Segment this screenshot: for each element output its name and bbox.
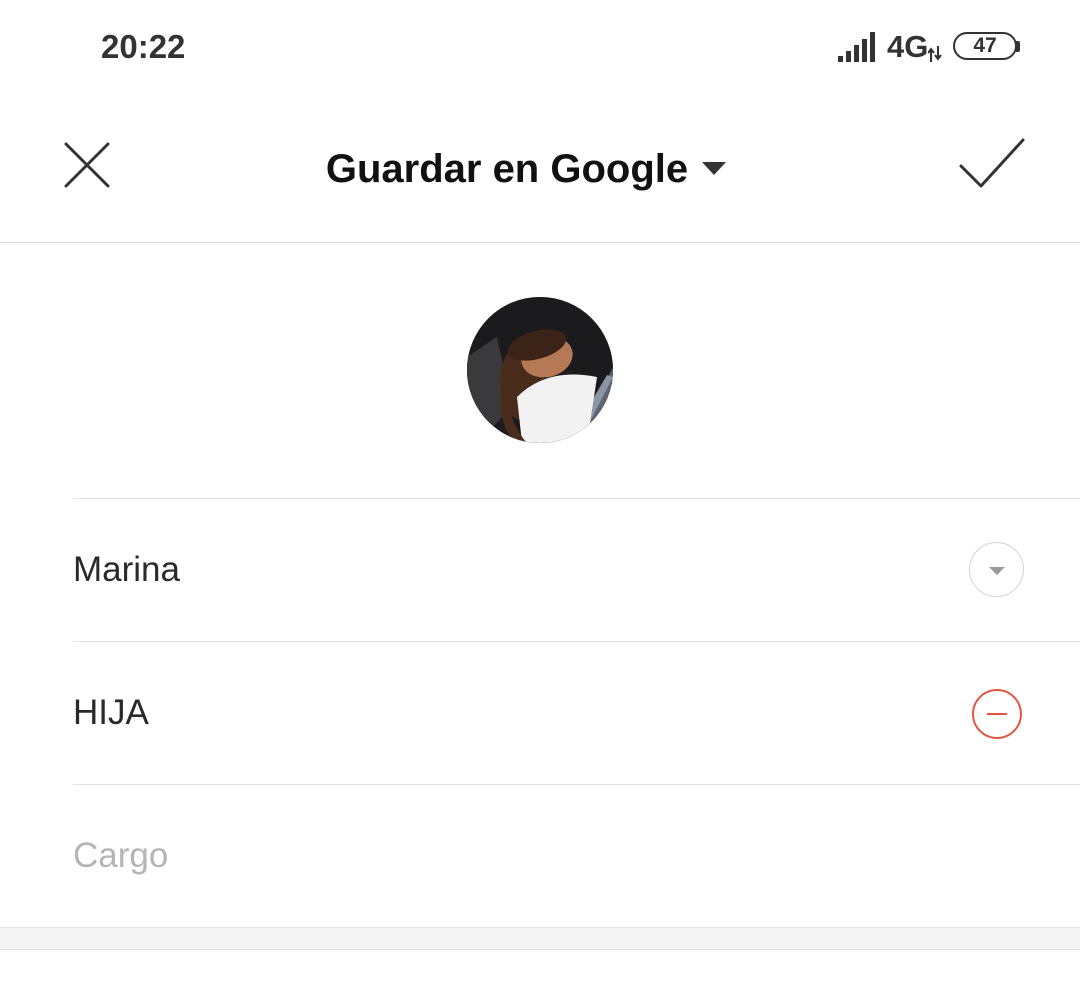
save-button[interactable] (957, 136, 1027, 192)
company-row[interactable]: HIJA (73, 641, 1080, 784)
expand-name-button[interactable] (969, 542, 1024, 597)
name-field[interactable]: Marina (73, 499, 180, 641)
title-container: Guardar en Google (0, 96, 1080, 242)
section-divider (0, 927, 1080, 950)
contact-photo[interactable] (467, 297, 613, 443)
caret-down-icon (702, 161, 727, 175)
check-icon (959, 138, 1025, 188)
title-bar: Guardar en Google (0, 96, 1080, 243)
page-title: Guardar en Google (325, 146, 689, 191)
battery-icon: 47 (953, 32, 1021, 62)
account-selector[interactable]: Guardar en Google (326, 147, 727, 192)
contact-photo-image (467, 297, 613, 443)
status-time: 20:22 (101, 28, 186, 65)
status-bar: 20:22 4G 47 (0, 0, 1080, 96)
company-field[interactable]: HIJA (73, 642, 149, 784)
data-arrows-icon (928, 46, 942, 62)
job-title-field[interactable]: Cargo (73, 785, 168, 927)
signal-icon (838, 32, 875, 62)
chevron-down-icon (989, 567, 1005, 575)
remove-field-button[interactable] (972, 689, 1022, 739)
job-title-row[interactable]: Cargo (73, 784, 1080, 927)
battery-level: 47 (973, 34, 997, 57)
network-type: 4G (887, 29, 929, 64)
minus-icon (987, 713, 1007, 715)
name-row[interactable]: Marina (73, 498, 1080, 641)
